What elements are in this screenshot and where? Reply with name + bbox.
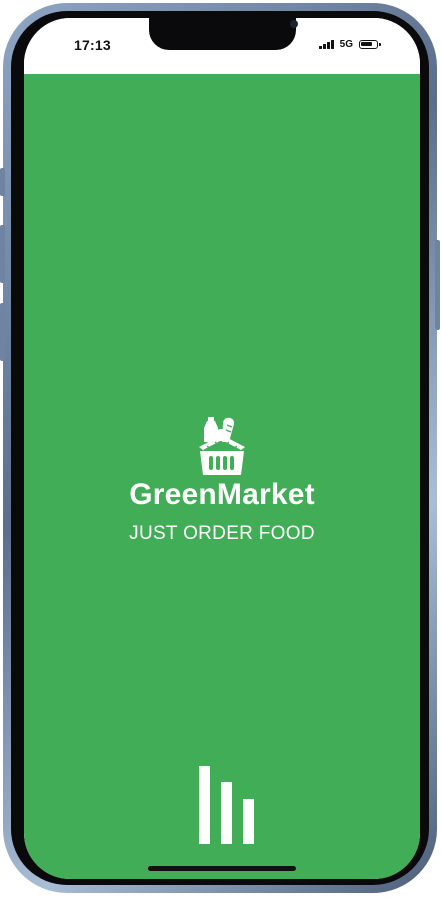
loading-bar: [199, 766, 210, 844]
status-bar: 17:13 5G: [24, 18, 420, 74]
power-button: [435, 240, 440, 330]
battery-fill: [361, 42, 373, 46]
network-type: 5G: [339, 39, 353, 50]
notch: [149, 18, 298, 50]
app-tagline: JUST ORDER FOOD: [129, 523, 315, 544]
battery-icon: [359, 40, 381, 49]
grocery-basket-icon: [199, 417, 245, 475]
camera-icon: [290, 20, 298, 28]
app-name: GreenMarket: [129, 478, 315, 511]
volume-up-button: [0, 225, 5, 283]
device-screen: 17:13 5G GreenMarket JUST ORDER FOOD: [24, 18, 420, 879]
mute-switch: [0, 168, 5, 196]
loading-bars-icon: [199, 764, 259, 844]
status-time: 17:13: [74, 37, 111, 53]
splash-screen: GreenMarket JUST ORDER FOOD: [24, 74, 420, 879]
loading-bar: [221, 782, 232, 844]
loading-bar: [243, 799, 254, 844]
signal-icon: [319, 40, 334, 49]
home-indicator[interactable]: [148, 866, 296, 871]
volume-down-button: [0, 303, 5, 361]
status-indicators: 5G: [319, 39, 381, 50]
